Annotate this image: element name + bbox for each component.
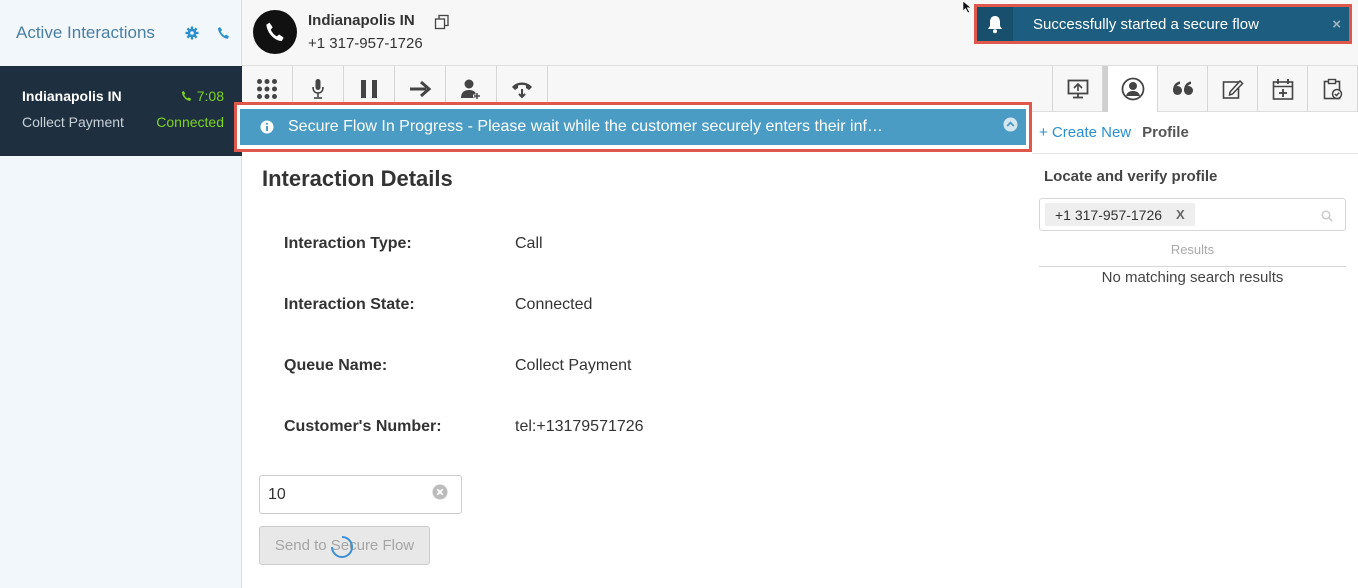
search-chip-label: +1 317-957-1726 [1055, 206, 1163, 223]
page-title: Interaction Details [262, 166, 453, 191]
bell-icon [977, 7, 1013, 41]
detail-label-number: Customer's Number: [284, 418, 442, 435]
detail-value-state: Connected [515, 296, 593, 313]
screen-share-button[interactable] [1053, 66, 1103, 112]
arrow-right-icon [410, 80, 431, 98]
phone-icon[interactable] [217, 26, 230, 40]
detail-value-type: Call [515, 235, 543, 252]
add-user-icon [461, 79, 481, 100]
microphone-icon [312, 79, 324, 99]
interaction-details-panel: Interaction Details Interaction Type: Ca… [242, 152, 1032, 588]
toast-close-button[interactable]: × [1332, 16, 1341, 33]
no-results-message: No matching search results [1101, 269, 1284, 286]
detail-value-number: tel:+13179571726 [515, 418, 644, 435]
quote-icon [1172, 81, 1193, 95]
detail-label-queue: Queue Name: [284, 357, 388, 374]
tab-profile[interactable]: Profile [1142, 124, 1189, 141]
detail-label-type: Interaction Type: [284, 235, 412, 252]
gear-icon[interactable] [185, 26, 199, 40]
scripts-button[interactable] [1158, 66, 1208, 112]
interaction-card[interactable]: Indianapolis IN 7:08 Collect Payment Con… [0, 66, 242, 156]
amount-input[interactable] [260, 485, 430, 504]
detail-label-state: Interaction State: [284, 296, 415, 313]
caller-name: Indianapolis IN [308, 12, 415, 29]
edit-icon [1222, 79, 1244, 99]
chip-remove-button[interactable]: X [1176, 207, 1185, 222]
send-to-secure-flow-button[interactable]: Send to Secure Flow [259, 526, 430, 565]
monitor-icon [1067, 79, 1088, 99]
info-icon [260, 120, 274, 134]
secure-flow-banner: Secure Flow In Progress - Please wait wh… [234, 102, 1032, 152]
caller-avatar [253, 10, 297, 54]
create-new-link[interactable]: + Create New [1039, 124, 1131, 141]
section-title: Locate and verify profile [1044, 168, 1218, 185]
profile-panel-button[interactable] [1108, 66, 1158, 112]
banner-message: Secure Flow In Progress - Please wait wh… [288, 118, 883, 135]
profile-panel-header: + Create New Profile [1032, 112, 1358, 154]
sidebar: Active Interactions Indianapolis IN 7:08… [0, 0, 242, 588]
cursor-icon [962, 0, 974, 18]
loading-spinner-icon [331, 536, 353, 558]
amount-field [259, 475, 462, 514]
clear-icon[interactable] [432, 484, 448, 505]
chevron-up-icon[interactable] [1003, 117, 1018, 137]
dialpad-icon [257, 79, 277, 99]
profile-panel: + Create New Profile Locate and verify p… [1032, 112, 1358, 588]
search-icon[interactable] [1321, 209, 1333, 227]
sidebar-icons [185, 26, 230, 40]
toast-message: Successfully started a secure flow [1033, 15, 1259, 33]
notes-button[interactable] [1208, 66, 1258, 112]
calendar-add-icon [1272, 79, 1293, 100]
detail-value-queue: Collect Payment [515, 357, 632, 374]
interaction-name: Indianapolis IN [22, 88, 122, 104]
success-toast: Successfully started a secure flow × [974, 4, 1352, 44]
caller-number: +1 317-957-1726 [308, 35, 423, 52]
interaction-state: Connected [156, 114, 224, 130]
copy-icon[interactable] [434, 14, 450, 35]
search-chip: +1 317-957-1726 X [1045, 203, 1195, 226]
clipboard-check-icon [1323, 78, 1342, 100]
phone-icon [266, 22, 284, 42]
phone-icon [181, 90, 191, 101]
hangup-icon [512, 82, 532, 99]
schedule-button[interactable] [1258, 66, 1308, 112]
timer-value: 7:08 [196, 88, 224, 104]
results-divider [1039, 266, 1346, 267]
interaction-timer: 7:08 [181, 88, 224, 104]
profile-search-input[interactable]: +1 317-957-1726 X [1039, 198, 1346, 231]
sidebar-header: Active Interactions [0, 0, 241, 66]
results-label: Results [1170, 242, 1215, 257]
disposition-button[interactable] [1308, 66, 1358, 112]
pause-icon [361, 80, 377, 98]
sidebar-title: Active Interactions [16, 23, 155, 42]
user-circle-icon [1121, 77, 1144, 101]
interaction-queue: Collect Payment [22, 114, 124, 130]
